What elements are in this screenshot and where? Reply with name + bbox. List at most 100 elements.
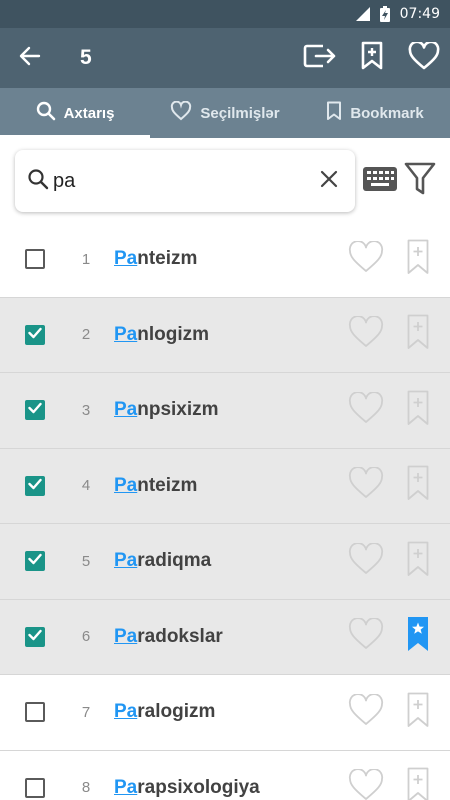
row-bookmark-button[interactable] [405, 541, 431, 581]
list-item[interactable]: 1 Panteizm [0, 222, 450, 298]
row-checkbox[interactable] [25, 702, 45, 723]
row-checkbox[interactable] [25, 475, 45, 496]
row-checkbox[interactable] [25, 249, 45, 270]
list-item[interactable]: 3 Panpsixizm [0, 373, 450, 449]
list-item[interactable]: 5 Paradiqma [0, 524, 450, 600]
filter-icon [404, 162, 436, 201]
heart-outline-icon [348, 541, 384, 580]
favorite-button[interactable] [398, 28, 450, 88]
row-favorite-button[interactable] [346, 466, 386, 506]
row-checkbox[interactable] [25, 551, 45, 572]
search-box [15, 150, 355, 212]
tab-bookmark-label: Bookmark [350, 104, 424, 122]
add-bookmark-icon [360, 41, 384, 76]
row-number: 8 [81, 779, 91, 797]
status-bar: 07:49 [0, 0, 450, 28]
check-icon [28, 401, 42, 419]
selected-count: 5 [80, 46, 92, 69]
row-number: 2 [81, 326, 91, 344]
term-rest: nlogizm [137, 323, 210, 345]
row-bookmark-button[interactable] [405, 465, 431, 506]
battery-charging-icon [379, 6, 390, 22]
heart-outline-icon [348, 692, 384, 731]
list-item[interactable]: 4 Panteizm [0, 448, 450, 524]
row-term[interactable]: Panpsixizm [114, 399, 219, 421]
clock: 07:49 [399, 6, 440, 22]
row-bookmark-button[interactable] [405, 617, 431, 657]
row-favorite-button[interactable] [346, 390, 386, 430]
tab-bookmark[interactable]: Bookmark [300, 88, 450, 138]
row-number: 4 [81, 477, 91, 495]
search-icon [36, 101, 56, 125]
row-term[interactable]: Panteizm [114, 248, 197, 270]
search-area [0, 138, 450, 222]
bookmark-star-icon [407, 616, 429, 657]
row-bookmark-button[interactable] [405, 692, 431, 732]
back-button[interactable] [2, 28, 58, 88]
heart-outline-icon [348, 239, 384, 278]
term-rest: radokslar [137, 625, 223, 647]
check-icon [28, 477, 42, 495]
search-input[interactable] [53, 169, 309, 193]
row-checkbox[interactable] [25, 777, 45, 798]
clear-search-button[interactable] [309, 161, 349, 201]
row-bookmark-button[interactable] [405, 314, 431, 355]
term-rest: radiqma [137, 550, 212, 572]
tab-search[interactable]: Axtarış [0, 88, 150, 138]
list-item[interactable]: 8 Parapsixologiya [0, 750, 450, 800]
check-icon [28, 628, 42, 646]
filter-button[interactable] [402, 162, 438, 200]
term-rest: npsixizm [137, 399, 219, 421]
add-bookmark-icon [407, 767, 429, 800]
signal-icon [355, 7, 370, 21]
add-bookmark-icon [407, 314, 429, 355]
row-favorite-button[interactable] [346, 692, 386, 732]
search-match-highlight: Pa [114, 625, 138, 647]
row-term[interactable]: Paralogizm [114, 701, 215, 723]
list-item[interactable]: 7 Paralogizm [0, 675, 450, 751]
check-icon [28, 552, 42, 570]
term-rest: nteizm [137, 474, 198, 496]
heart-outline-icon [348, 390, 384, 429]
row-bookmark-button[interactable] [405, 239, 431, 279]
keyboard-button[interactable] [361, 166, 399, 196]
row-checkbox[interactable] [25, 324, 45, 345]
row-term[interactable]: Parapsixologiya [114, 777, 260, 799]
row-term[interactable]: Paradokslar [114, 626, 223, 648]
bookmark-outline-icon [326, 101, 342, 125]
term-rest: nteizm [137, 248, 198, 270]
row-favorite-button[interactable] [346, 768, 386, 800]
row-number: 3 [81, 401, 91, 419]
clear-icon [320, 170, 338, 193]
search-match-highlight: Pa [114, 701, 138, 723]
list-item[interactable]: 6 Paradokslar [0, 599, 450, 675]
heart-outline-icon [348, 768, 384, 800]
tab-favorites[interactable]: Seçilmişlər [150, 88, 300, 138]
add-bookmark-button[interactable] [346, 28, 398, 88]
list-item[interactable]: 2 Panlogizm [0, 297, 450, 373]
row-bookmark-button[interactable] [405, 390, 431, 430]
row-term[interactable]: Panteizm [114, 475, 197, 497]
check-icon [28, 326, 42, 344]
term-rest: rapsixologiya [137, 776, 260, 798]
add-bookmark-icon [407, 390, 429, 431]
row-number: 1 [81, 250, 91, 268]
add-bookmark-icon [407, 541, 429, 582]
row-favorite-button[interactable] [346, 239, 386, 279]
row-checkbox[interactable] [25, 626, 45, 647]
toolbar: 5 [0, 28, 450, 88]
row-favorite-button[interactable] [346, 315, 386, 355]
search-match-highlight: Pa [114, 550, 138, 572]
tab-search-label: Axtarış [63, 104, 115, 122]
row-checkbox[interactable] [25, 400, 45, 421]
row-term[interactable]: Paradiqma [114, 550, 211, 572]
row-favorite-button[interactable] [346, 617, 386, 657]
tab-bar: Axtarış Seçilmişlər Bookmark [0, 88, 450, 138]
search-match-highlight: Pa [114, 399, 138, 421]
search-match-highlight: Pa [114, 474, 138, 496]
row-bookmark-button[interactable] [405, 767, 431, 800]
row-favorite-button[interactable] [346, 541, 386, 581]
export-button[interactable] [294, 28, 346, 88]
row-term[interactable]: Panlogizm [114, 324, 209, 346]
search-match-highlight: Pa [114, 248, 138, 270]
